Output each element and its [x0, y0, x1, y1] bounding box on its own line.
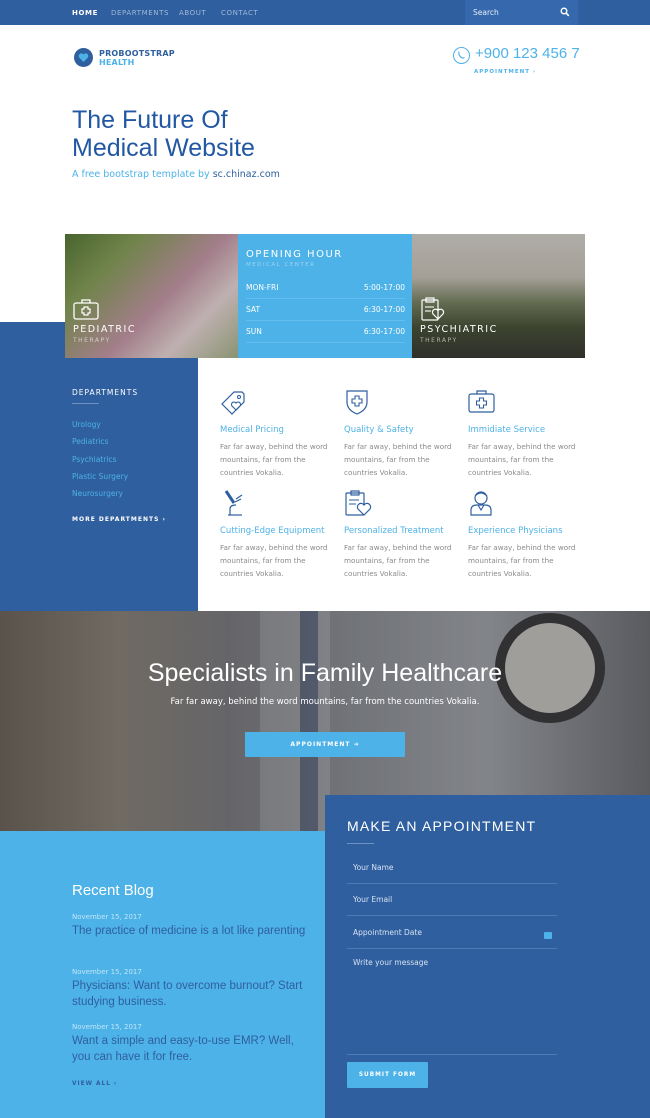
name-field[interactable] — [347, 852, 557, 884]
blog-date: November 15, 2017 — [72, 913, 142, 921]
recent-blog-panel — [0, 831, 325, 1118]
service-text: Far far away, behind the word mountains,… — [344, 543, 452, 578]
service-title: Experience Physicians — [468, 526, 563, 536]
search-icon[interactable] — [560, 7, 570, 17]
price-tag-heart-icon — [221, 391, 245, 415]
hours-time: 6:30-17:00 — [363, 305, 405, 314]
logo-name: PROBOOTSTRAP — [99, 49, 175, 58]
more-departments-link[interactable]: MORE DEPARTMENTS › — [72, 516, 166, 523]
hours-time: 6:30-17:00 — [363, 327, 405, 336]
department-link[interactable]: Pediatrics — [72, 437, 108, 446]
specialists-subtitle: Far far away, behind the word mountains,… — [170, 697, 480, 707]
search-input[interactable] — [473, 8, 553, 17]
top-nav: HOME DEPARTMENTS ABOUT CONTACT — [0, 0, 650, 25]
card-subtitle: THERAPY — [420, 337, 458, 344]
department-link[interactable]: Urology — [72, 420, 101, 429]
department-link[interactable]: Neurosurgery — [72, 489, 123, 498]
blog-date: November 15, 2017 — [72, 968, 142, 976]
hours-row: MON-FRI 5:00-17:00 — [246, 277, 405, 299]
service-title: Cutting-Edge Equipment — [220, 526, 325, 536]
clipboard-heart-icon — [421, 297, 445, 321]
email-field[interactable] — [347, 884, 557, 916]
blog-post-link[interactable]: Physicians: Want to overcome burnout? St… — [72, 978, 312, 1010]
hero-subtitle: A free bootstrap template by sc.chinaz.c… — [72, 169, 280, 180]
service-title: Medical Pricing — [220, 425, 284, 435]
nav-item-home[interactable]: HOME — [72, 9, 98, 17]
hero-title-line1: The Future Of — [72, 106, 228, 134]
divider — [72, 403, 99, 404]
hours-title: OPENING HOUR — [246, 249, 343, 260]
hero-subtitle-link[interactable]: sc.chinaz.com — [213, 169, 280, 180]
view-all-link[interactable]: VIEW ALL › — [72, 1081, 117, 1087]
divider — [347, 843, 374, 844]
departments-title: DEPARTMENTS — [72, 388, 139, 397]
hero-title-line2: Medical Website — [72, 134, 255, 162]
appointment-form-title: MAKE AN APPOINTMENT — [347, 818, 537, 834]
phone-number[interactable]: +900 123 456 7 — [475, 45, 580, 62]
heart-icon — [78, 53, 89, 62]
hours-row: SUN 6:30-17:00 — [246, 321, 405, 343]
blog-post-link[interactable]: The practice of medicine is a lot like p… — [72, 923, 312, 939]
hero-title: The Future Of Medical Website — [72, 106, 255, 162]
hours-day: SAT — [246, 305, 261, 314]
search-box — [465, 0, 578, 25]
service-text: Far far away, behind the word mountains,… — [468, 543, 576, 578]
service-title: Quality & Safety — [344, 425, 414, 435]
hero-subtitle-text: A free bootstrap template by — [72, 169, 213, 180]
calendar-icon[interactable] — [544, 932, 552, 939]
pediatric-card[interactable]: PEDIATRIC THERAPY — [65, 234, 238, 358]
clipboard-heart-icon — [345, 490, 372, 516]
psychiatric-card[interactable]: PSYCHIATRIC THERAPY — [412, 234, 585, 358]
card-title: PEDIATRIC — [73, 324, 136, 335]
shield-cross-icon — [346, 390, 368, 415]
hours-time: 5:00-17:00 — [363, 283, 405, 292]
microscope-icon — [224, 490, 243, 516]
phone-icon — [453, 47, 470, 64]
header-appointment-link[interactable]: APPOINTMENT › — [474, 69, 536, 75]
card-title: PSYCHIATRIC — [420, 324, 498, 335]
service-text: Far far away, behind the word mountains,… — [220, 543, 328, 578]
service-title: Personalized Treatment — [344, 526, 444, 536]
service-title: Immidiate Service — [468, 425, 546, 435]
service-text: Far far away, behind the word mountains,… — [344, 442, 452, 477]
doctor-icon — [470, 491, 492, 516]
appointment-date-field[interactable] — [347, 917, 557, 949]
hours-day: MON-FRI — [246, 283, 279, 292]
nav-item-departments[interactable]: DEPARTMENTS — [111, 9, 169, 17]
blog-title: Recent Blog — [72, 882, 154, 899]
specialists-title: Specialists in Family Healthcare — [147, 659, 503, 687]
hours-day: SUN — [246, 327, 262, 336]
departments-panel — [0, 322, 198, 611]
department-link[interactable]: Plastic Surgery — [72, 472, 128, 481]
service-text: Far far away, behind the word mountains,… — [220, 442, 328, 477]
blog-date: November 15, 2017 — [72, 1023, 142, 1031]
logo[interactable] — [74, 48, 93, 67]
service-text: Far far away, behind the word mountains,… — [468, 442, 576, 477]
logo-tagline: HEALTH — [99, 58, 135, 67]
hours-row: SAT 6:30-17:00 — [246, 299, 405, 321]
hours-subtitle: MEDICAL CENTER — [246, 262, 316, 268]
opening-hours-panel: OPENING HOUR MEDICAL CENTER MON-FRI 5:00… — [238, 234, 412, 358]
first-aid-kit-icon — [73, 299, 99, 320]
blog-post-link[interactable]: Want a simple and easy-to-use EMR? Well,… — [72, 1033, 312, 1065]
medical-kit-icon — [468, 390, 495, 413]
nav-item-about[interactable]: ABOUT — [179, 9, 206, 17]
submit-form-button[interactable]: SUBMIT FORM — [347, 1062, 428, 1088]
department-link[interactable]: Psychiatrics — [72, 455, 116, 464]
appointment-button[interactable]: APPOINTMENT ➔ — [245, 732, 405, 757]
card-subtitle: THERAPY — [73, 337, 111, 344]
nav-item-contact[interactable]: CONTACT — [221, 9, 258, 17]
message-field[interactable] — [347, 951, 557, 1055]
